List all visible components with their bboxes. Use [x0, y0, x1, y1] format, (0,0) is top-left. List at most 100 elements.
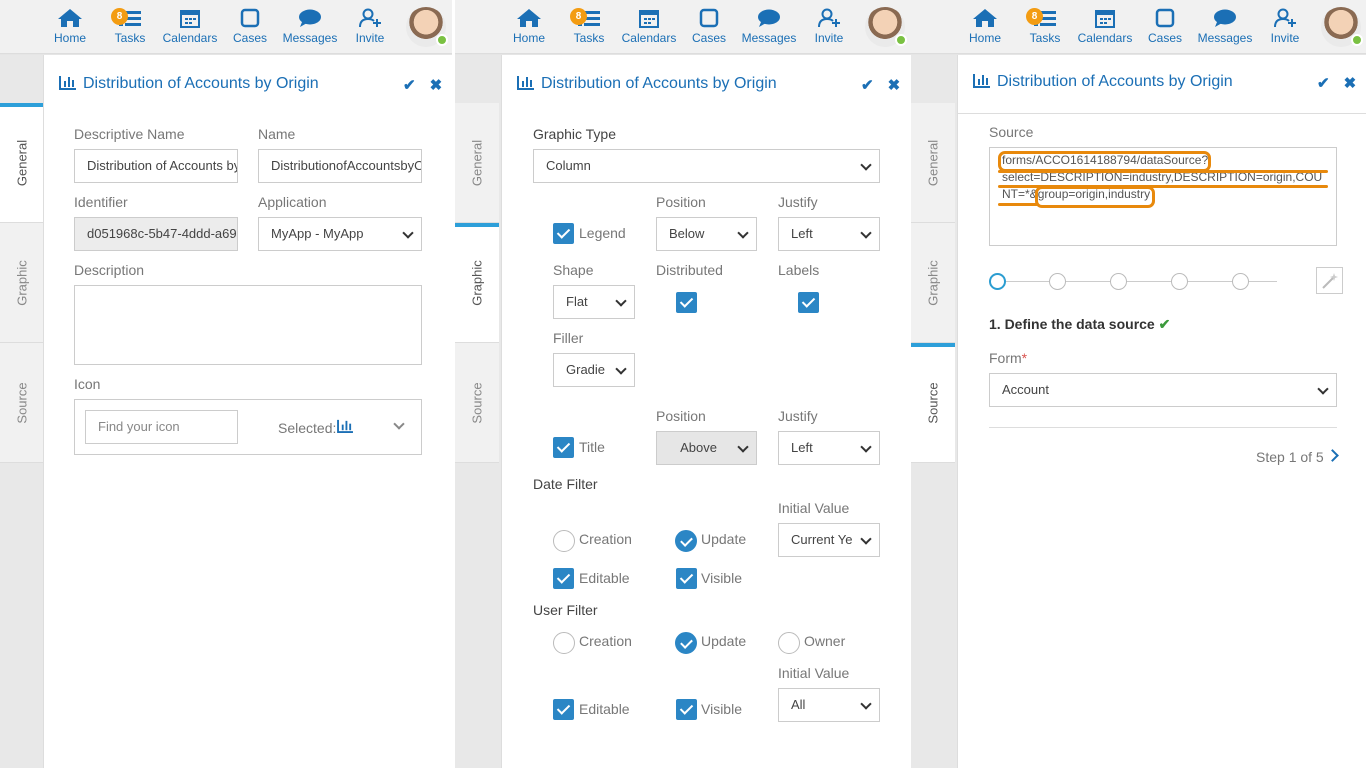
- date-update-radio[interactable]: [675, 530, 697, 552]
- graphic-type-select[interactable]: Column: [533, 149, 880, 183]
- close-icon[interactable]: ✖: [1344, 74, 1357, 92]
- nav-invite[interactable]: Invite: [341, 8, 399, 45]
- date-initial-value-select[interactable]: Current Ye: [778, 523, 880, 557]
- online-status-dot: [1351, 34, 1363, 46]
- messages-icon: [1214, 9, 1236, 27]
- shape-select[interactable]: Flat: [553, 285, 635, 319]
- form-select[interactable]: Account: [989, 373, 1337, 407]
- icon-dropdown-chevron-icon[interactable]: [393, 418, 405, 430]
- nav-tasks[interactable]: Tasks 8: [1016, 8, 1074, 45]
- messages-icon: [299, 9, 321, 27]
- distributed-checkbox[interactable]: [676, 292, 697, 313]
- nav-home[interactable]: Home: [41, 8, 99, 45]
- tab-general[interactable]: General: [911, 103, 955, 223]
- date-creation-radio[interactable]: [553, 530, 575, 552]
- legend-justify-select[interactable]: Left: [778, 217, 880, 251]
- filler-select[interactable]: Gradie: [553, 353, 635, 387]
- chevron-down-icon: [737, 441, 749, 453]
- tab-graphic[interactable]: Graphic: [455, 223, 499, 343]
- icon-picker: Find your icon Selected:: [74, 399, 422, 455]
- nav-invite[interactable]: Invite: [1256, 8, 1314, 45]
- graphic-panel: Home Tasks 8 Calendars Cases Messages In…: [455, 0, 911, 768]
- chevron-down-icon: [615, 363, 627, 375]
- tab-graphic[interactable]: Graphic: [911, 223, 955, 343]
- user-visible-label: Visible: [701, 701, 742, 717]
- step-1-indicator[interactable]: [989, 273, 1006, 290]
- nav-calendars[interactable]: Calendars: [161, 8, 219, 45]
- title-justify-label: Justify: [778, 408, 818, 424]
- tab-general[interactable]: General: [455, 103, 499, 223]
- nav-cases[interactable]: Cases: [1136, 8, 1194, 45]
- labels-checkbox[interactable]: [798, 292, 819, 313]
- step-5-indicator[interactable]: [1232, 273, 1249, 290]
- avatar[interactable]: [406, 7, 448, 47]
- cases-icon: [1155, 8, 1175, 28]
- source-textarea[interactable]: forms/ACCO1614188794/dataSource? select=…: [989, 147, 1337, 246]
- title-justify-select[interactable]: Left: [778, 431, 880, 465]
- tab-source[interactable]: Source: [911, 343, 955, 463]
- panel-actions: ✔ ✖: [847, 76, 900, 94]
- highlight-group: [1035, 186, 1155, 208]
- next-step-chevron-icon[interactable]: [1326, 449, 1339, 462]
- tab-graphic[interactable]: Graphic: [0, 223, 44, 343]
- step-3-indicator[interactable]: [1110, 273, 1127, 290]
- nav-messages[interactable]: Messages: [281, 8, 339, 45]
- wizard-button[interactable]: [1316, 267, 1343, 294]
- nav-invite[interactable]: Invite: [800, 8, 858, 45]
- close-icon[interactable]: ✖: [888, 76, 901, 94]
- confirm-check-icon[interactable]: ✔: [403, 76, 416, 94]
- icon-search-input[interactable]: Find your icon: [85, 410, 238, 444]
- close-icon[interactable]: ✖: [430, 76, 443, 94]
- user-initial-value-select[interactable]: All: [778, 688, 880, 722]
- calendar-icon: [1095, 10, 1115, 28]
- calendar-icon: [639, 10, 659, 28]
- application-select[interactable]: MyApp - MyApp: [258, 217, 422, 251]
- nav-calendars[interactable]: Calendars: [620, 8, 678, 45]
- step-4-indicator[interactable]: [1171, 273, 1188, 290]
- step-2-indicator[interactable]: [1049, 273, 1066, 290]
- date-filter-label: Date Filter: [533, 476, 598, 492]
- tab-source[interactable]: Source: [455, 343, 499, 463]
- nav-home[interactable]: Home: [500, 8, 558, 45]
- user-owner-radio[interactable]: [778, 632, 800, 654]
- nav-tasks[interactable]: Tasks 8: [560, 8, 618, 45]
- identifier-input[interactable]: d051968c-5b47-4ddd-a69: [74, 217, 238, 251]
- date-visible-checkbox[interactable]: [676, 568, 697, 589]
- tab-source[interactable]: Source: [0, 343, 44, 463]
- legend-position-select[interactable]: Below: [656, 217, 757, 251]
- nav-messages[interactable]: Messages: [1196, 8, 1254, 45]
- name-input[interactable]: DistributionofAccountsbyO: [258, 149, 422, 183]
- nav-cases[interactable]: Cases: [221, 8, 279, 45]
- confirm-check-icon[interactable]: ✔: [1317, 74, 1330, 92]
- avatar[interactable]: [865, 7, 907, 47]
- user-visible-checkbox[interactable]: [676, 699, 697, 720]
- top-navigation: Home Tasks 8 Calendars Cases Messages In…: [455, 0, 911, 54]
- user-owner-label: Owner: [804, 633, 846, 649]
- avatar[interactable]: [1321, 7, 1363, 47]
- date-editable-checkbox[interactable]: [553, 568, 574, 589]
- title-checkbox[interactable]: [553, 437, 574, 458]
- user-update-label: Update: [701, 633, 747, 649]
- bar-chart-icon: [973, 74, 990, 88]
- source-label: Source: [989, 124, 1034, 140]
- nav-cases[interactable]: Cases: [680, 8, 738, 45]
- nav-messages[interactable]: Messages: [740, 8, 798, 45]
- identifier-label: Identifier: [74, 194, 128, 210]
- home-icon: [517, 9, 541, 27]
- user-update-radio[interactable]: [675, 632, 697, 654]
- icon-selected-label: Selected:: [278, 420, 337, 436]
- nav-home[interactable]: Home: [956, 8, 1014, 45]
- nav-calendars[interactable]: Calendars: [1076, 8, 1134, 45]
- confirm-check-icon[interactable]: ✔: [861, 76, 874, 94]
- title-position-select[interactable]: Above: [656, 431, 757, 465]
- legend-checkbox[interactable]: [553, 223, 574, 244]
- description-textarea[interactable]: [74, 285, 422, 365]
- step-indicator: Step 1 of 5: [1256, 449, 1324, 465]
- legend-label: Legend: [579, 225, 626, 241]
- descriptive-name-input[interactable]: Distribution of Accounts by: [74, 149, 238, 183]
- general-panel: Home Tasks 8 Calendars Cases Messages In…: [0, 0, 452, 768]
- nav-tasks[interactable]: Tasks 8: [101, 8, 159, 45]
- tab-general[interactable]: General: [0, 103, 44, 223]
- user-creation-radio[interactable]: [553, 632, 575, 654]
- user-editable-checkbox[interactable]: [553, 699, 574, 720]
